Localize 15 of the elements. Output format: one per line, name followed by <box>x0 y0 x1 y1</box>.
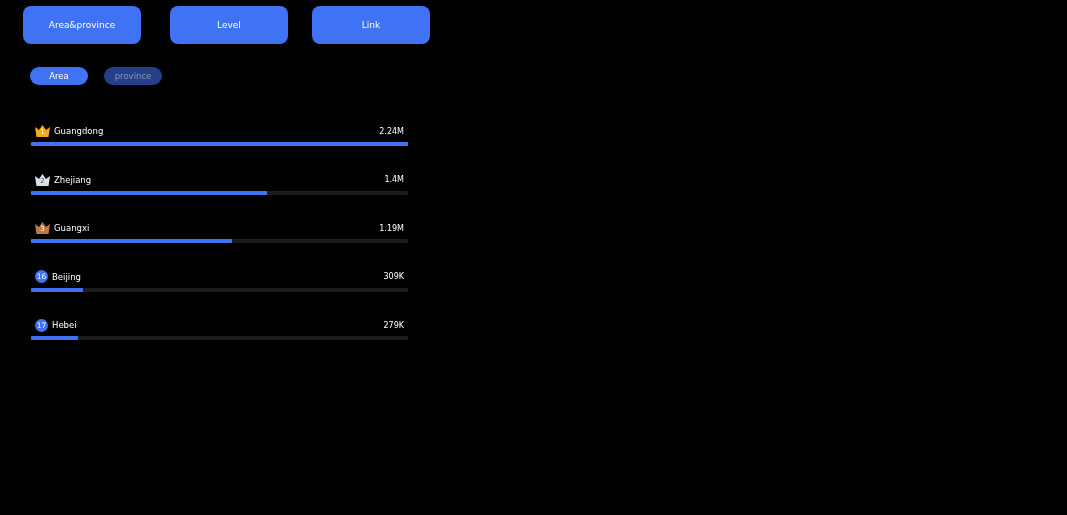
tab-button[interactable]: Area&province <box>23 6 141 44</box>
province-name: Guangdong <box>54 126 105 136</box>
province-name: Hebei <box>52 320 78 330</box>
value-text: 279K <box>383 320 404 330</box>
value-text: 2.24M <box>379 126 404 136</box>
province-name: Guangxi <box>54 223 91 233</box>
value-text: 1.4M <box>384 175 404 184</box>
toggle-button[interactable]: Area <box>30 67 88 85</box>
tab-button[interactable]: Link <box>312 6 430 44</box>
value-text: 309K <box>383 272 404 281</box>
value-text: 1.19M <box>379 223 404 233</box>
province-name: Zhejiang <box>54 174 93 185</box>
tab-button[interactable]: Level <box>170 6 288 44</box>
province-name: Beijing <box>52 271 82 282</box>
toggle-button[interactable]: province <box>104 67 162 85</box>
